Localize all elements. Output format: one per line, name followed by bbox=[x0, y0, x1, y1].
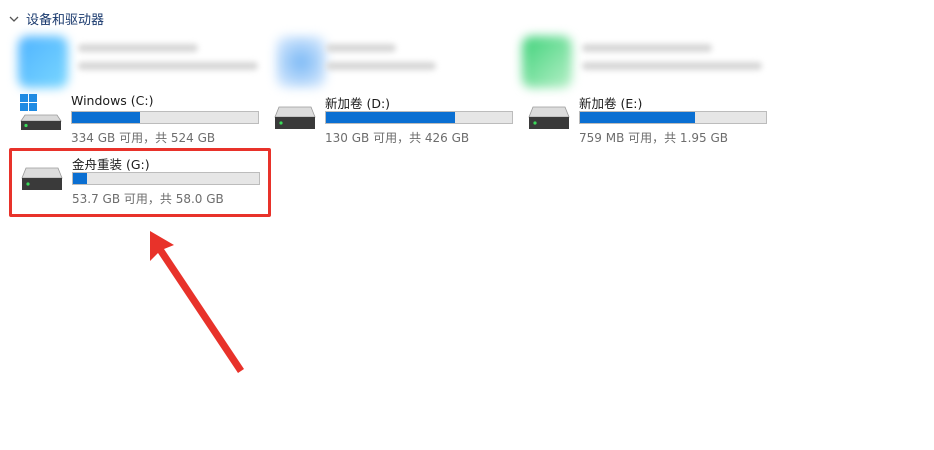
drive-space-info: 53.7 GB 可用，共 58.0 GB bbox=[72, 192, 224, 206]
drive-space-info: 334 GB 可用，共 524 GB bbox=[71, 131, 216, 145]
drive-usage-bar bbox=[579, 111, 767, 124]
blurred-app-icon bbox=[276, 36, 326, 88]
section-header-devices[interactable]: 设备和驱动器 bbox=[8, 9, 104, 28]
drive-g[interactable]: 金舟重装 (G:) 53.7 GB 可用，共 58.0 GB bbox=[20, 154, 270, 206]
drive-usage-bar bbox=[71, 111, 259, 124]
blurred-item-1[interactable] bbox=[18, 36, 258, 88]
drive-usage-fill bbox=[580, 112, 696, 123]
drive-e[interactable]: 新加卷 (E:) 759 MB 可用，共 1.95 GB bbox=[527, 93, 777, 145]
hard-drive-icon bbox=[274, 106, 316, 129]
blurred-app-icon bbox=[18, 36, 68, 88]
drive-usage-fill bbox=[326, 112, 456, 123]
annotation-arrow bbox=[150, 231, 244, 373]
blurred-item-3[interactable] bbox=[522, 36, 772, 88]
blurred-app-icon bbox=[522, 36, 572, 88]
drive-name: 新加卷 (D:) bbox=[325, 96, 391, 111]
drive-space-info: 759 MB 可用，共 1.95 GB bbox=[579, 131, 728, 145]
drive-name: Windows (C:) bbox=[71, 93, 154, 108]
chevron-down-icon bbox=[9, 16, 19, 22]
drive-name: 新加卷 (E:) bbox=[579, 96, 643, 111]
windows-drive-icon bbox=[20, 94, 62, 130]
section-title: 设备和驱动器 bbox=[26, 13, 105, 28]
drive-usage-bar bbox=[72, 172, 260, 185]
hard-drive-icon bbox=[528, 106, 570, 129]
drive-name: 金舟重装 (G:) bbox=[72, 157, 150, 172]
drive-usage-bar bbox=[325, 111, 513, 124]
blurred-item-2[interactable] bbox=[276, 36, 516, 88]
drive-usage-fill bbox=[73, 173, 87, 184]
hard-drive-icon bbox=[21, 167, 63, 190]
drive-usage-fill bbox=[72, 112, 140, 123]
drive-space-info: 130 GB 可用，共 426 GB bbox=[325, 131, 470, 145]
drive-d[interactable]: 新加卷 (D:) 130 GB 可用，共 426 GB bbox=[273, 93, 523, 145]
drive-c[interactable]: Windows (C:) 334 GB 可用，共 524 GB bbox=[19, 93, 269, 145]
